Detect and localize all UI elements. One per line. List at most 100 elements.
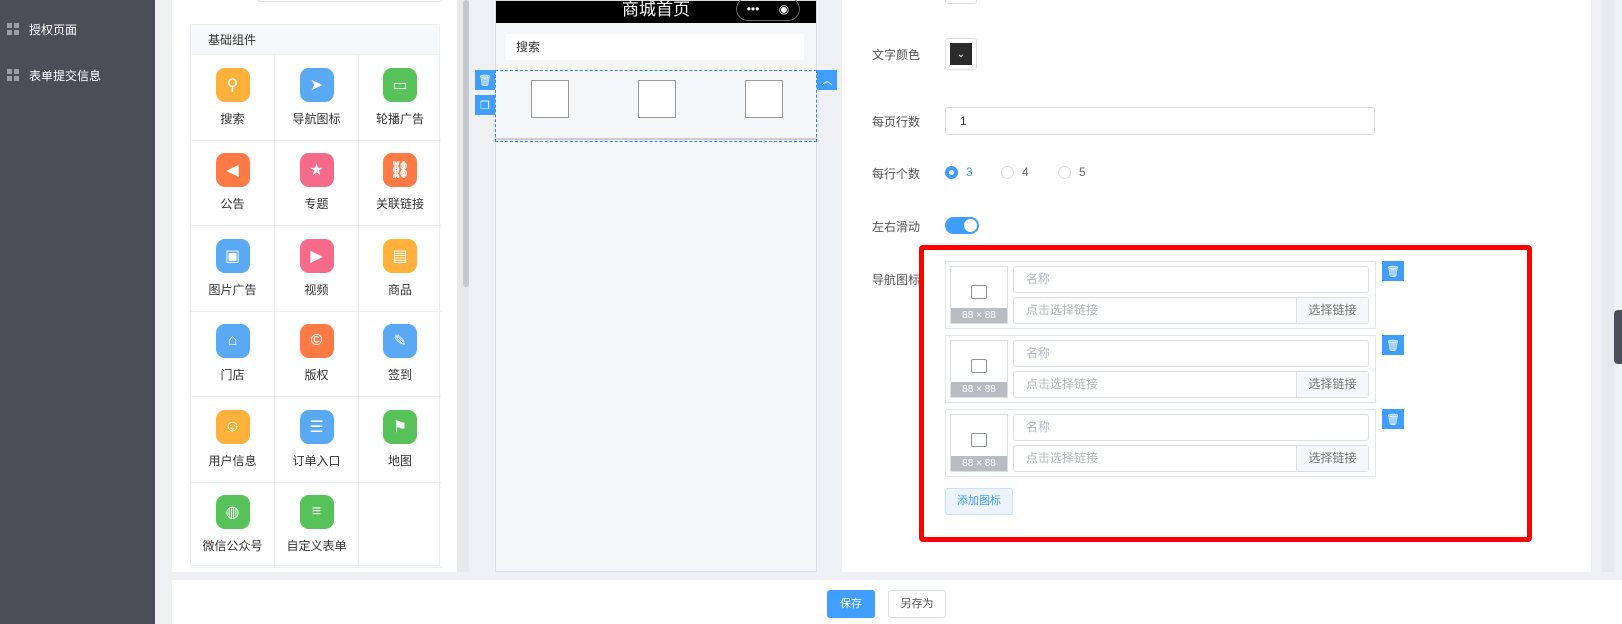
component-label: 订单入口 <box>292 453 341 468</box>
radio-dot <box>1001 165 1014 179</box>
component-item[interactable]: ★ 专题 <box>275 140 359 226</box>
sidebar-item-form-submissions[interactable]: 表单提交信息 <box>0 60 155 90</box>
per-row-radio-5[interactable]: 5 <box>1058 165 1086 179</box>
page-scrollbar-track <box>1602 0 1614 572</box>
grid-icon <box>7 23 19 35</box>
phone-header: 商城首页 ••• ◉ <box>496 0 816 23</box>
topic-icon: ★ <box>299 153 334 188</box>
copyright-icon: © <box>299 324 334 359</box>
component-item[interactable]: ☺ 用户信息 <box>191 397 275 483</box>
carousel-icon: ▭ <box>383 67 417 102</box>
radio-dot <box>945 165 958 179</box>
checkin-icon: ✎ <box>383 324 417 359</box>
component-label: 专题 <box>304 197 329 212</box>
video-icon: ▶ <box>299 238 334 273</box>
component-item[interactable]: ⚲ 搜索 <box>191 55 275 141</box>
rows-per-page-input[interactable]: 1 <box>945 107 1375 135</box>
color-picker-top[interactable] <box>945 0 977 4</box>
sidebar: 授权页面 表单提交信息 <box>0 0 155 624</box>
footer-bar: 保存 另存为 <box>172 580 1622 624</box>
component-label: 视频 <box>304 282 329 297</box>
component-item[interactable]: ⌂ 门店 <box>191 311 275 397</box>
highlight-box <box>919 245 1532 542</box>
radio-label: 4 <box>1022 165 1029 179</box>
trash-icon: 🗑 <box>478 74 492 87</box>
grid-icon <box>7 69 19 81</box>
form-icon: ≡ <box>299 495 334 530</box>
component-item[interactable]: © 版权 <box>275 311 359 397</box>
component-grid: ⚲ 搜索 ➤ 导航图标 ▭ 轮播广告 ◀ 公告 ★ 专题 ⛓ 关联链接 ▣ 图片广告 ▶ 视频 ▤ 商品 ⌂ 门店 © 版… <box>191 55 441 568</box>
scroll-toggle[interactable] <box>945 217 979 234</box>
component-label: 导航图标 <box>292 111 341 126</box>
component-item[interactable]: ✎ 签到 <box>359 312 441 397</box>
wechat-icon: ◍ <box>215 495 250 530</box>
component-item[interactable]: ◀ 公告 <box>191 140 275 226</box>
more-icon: ••• <box>746 2 760 16</box>
component-item[interactable]: ◍ 微信公众号 <box>191 482 275 568</box>
components-panel: 基础组件 ⚲ 搜索 ➤ 导航图标 ▭ 轮播广告 ◀ 公告 ★ 专题 ⛓ 关联链接 ▣ 图片广告 ▶ 视频 ▤ 商品… <box>172 0 457 572</box>
component-label: 自定义表单 <box>286 539 347 554</box>
chevron-down-icon: ⌄ <box>950 43 972 65</box>
section-title: 基础组件 <box>191 25 439 55</box>
component-label: 用户信息 <box>208 453 257 468</box>
component-label: 门店 <box>220 368 245 383</box>
component-label: 商品 <box>387 282 412 297</box>
components-scrollbar-thumb[interactable] <box>463 0 469 287</box>
component-label: 地图 <box>387 453 412 468</box>
text-color-picker[interactable]: ⌄ <box>945 38 977 70</box>
radio-dot <box>1058 165 1071 179</box>
scroll-label: 左右滑动 <box>872 220 921 234</box>
chevron-up-icon: ︿ <box>821 75 833 87</box>
close-target-icon: ◉ <box>778 2 790 16</box>
component-item[interactable]: ▤ 商品 <box>359 226 441 312</box>
basic-components-box: 基础组件 ⚲ 搜索 ➤ 导航图标 ▭ 轮播广告 ◀ 公告 ★ 专题 ⛓ 关联链接 ▣ 图片广告 ▶ 视频 ▤ 商品… <box>190 24 441 568</box>
store-icon: ⌂ <box>215 324 250 359</box>
component-label: 版权 <box>304 368 329 383</box>
sidebar-item-label: 授权页面 <box>29 22 78 37</box>
rows-per-page-label: 每页行数 <box>872 115 921 129</box>
search-icon: ⚲ <box>215 67 250 102</box>
per-row-radio-3[interactable]: 3 <box>945 165 973 179</box>
side-tab-handle[interactable] <box>1614 310 1622 364</box>
image-icon: ▣ <box>215 238 250 273</box>
move-up-button[interactable]: ︿ <box>817 70 837 90</box>
component-item[interactable]: ⚑ 地图 <box>359 397 441 483</box>
component-item[interactable]: ▭ 轮播广告 <box>359 55 441 141</box>
component-label: 签到 <box>387 368 412 383</box>
announcement-icon: ◀ <box>215 153 250 188</box>
miniprogram-capsule: ••• ◉ <box>736 0 800 21</box>
component-label: 关联链接 <box>375 197 424 212</box>
delete-component-button[interactable]: 🗑 <box>475 70 495 90</box>
radio-label: 5 <box>1079 165 1086 179</box>
copy-component-button[interactable]: ❐ <box>475 95 495 115</box>
navigation-icon: ➤ <box>299 67 334 102</box>
user-info-icon: ☺ <box>215 409 250 444</box>
component-label: 轮播广告 <box>375 111 424 126</box>
preview-search-bar[interactable]: 搜索 <box>506 34 804 60</box>
component-item[interactable]: ≡ 自定义表单 <box>275 482 359 568</box>
nav-image-placeholder <box>745 80 783 118</box>
component-item[interactable]: ▣ 图片广告 <box>191 226 275 312</box>
component-item[interactable]: ▶ 视频 <box>275 226 359 312</box>
per-row-label: 每行个数 <box>872 167 921 181</box>
component-search-input[interactable] <box>257 0 442 2</box>
save-button[interactable]: 保存 <box>827 590 875 618</box>
preview-nav-icons[interactable] <box>495 70 817 142</box>
per-row-radio-4[interactable]: 4 <box>1001 165 1029 179</box>
save-as-button[interactable]: 另存为 <box>888 590 946 618</box>
component-item[interactable]: ☰ 订单入口 <box>275 397 359 483</box>
divider <box>496 137 816 140</box>
sidebar-item-auth-page[interactable]: 授权页面 <box>0 14 155 44</box>
phone-preview: 商城首页 ••• ◉ 搜索 <box>495 0 817 572</box>
component-item[interactable]: ➤ 导航图标 <box>275 55 359 141</box>
component-label: 公告 <box>220 197 245 212</box>
radio-label: 3 <box>966 165 973 179</box>
nav-image-placeholder <box>638 80 676 118</box>
text-color-label: 文字颜色 <box>872 48 921 62</box>
sidebar-item-label: 表单提交信息 <box>29 68 102 83</box>
component-item[interactable]: ⛓ 关联链接 <box>359 141 441 226</box>
link-icon: ⛓ <box>383 153 417 188</box>
copy-icon: ❐ <box>480 99 490 112</box>
empty-cell <box>359 483 441 568</box>
nav-image-placeholder <box>531 80 569 118</box>
